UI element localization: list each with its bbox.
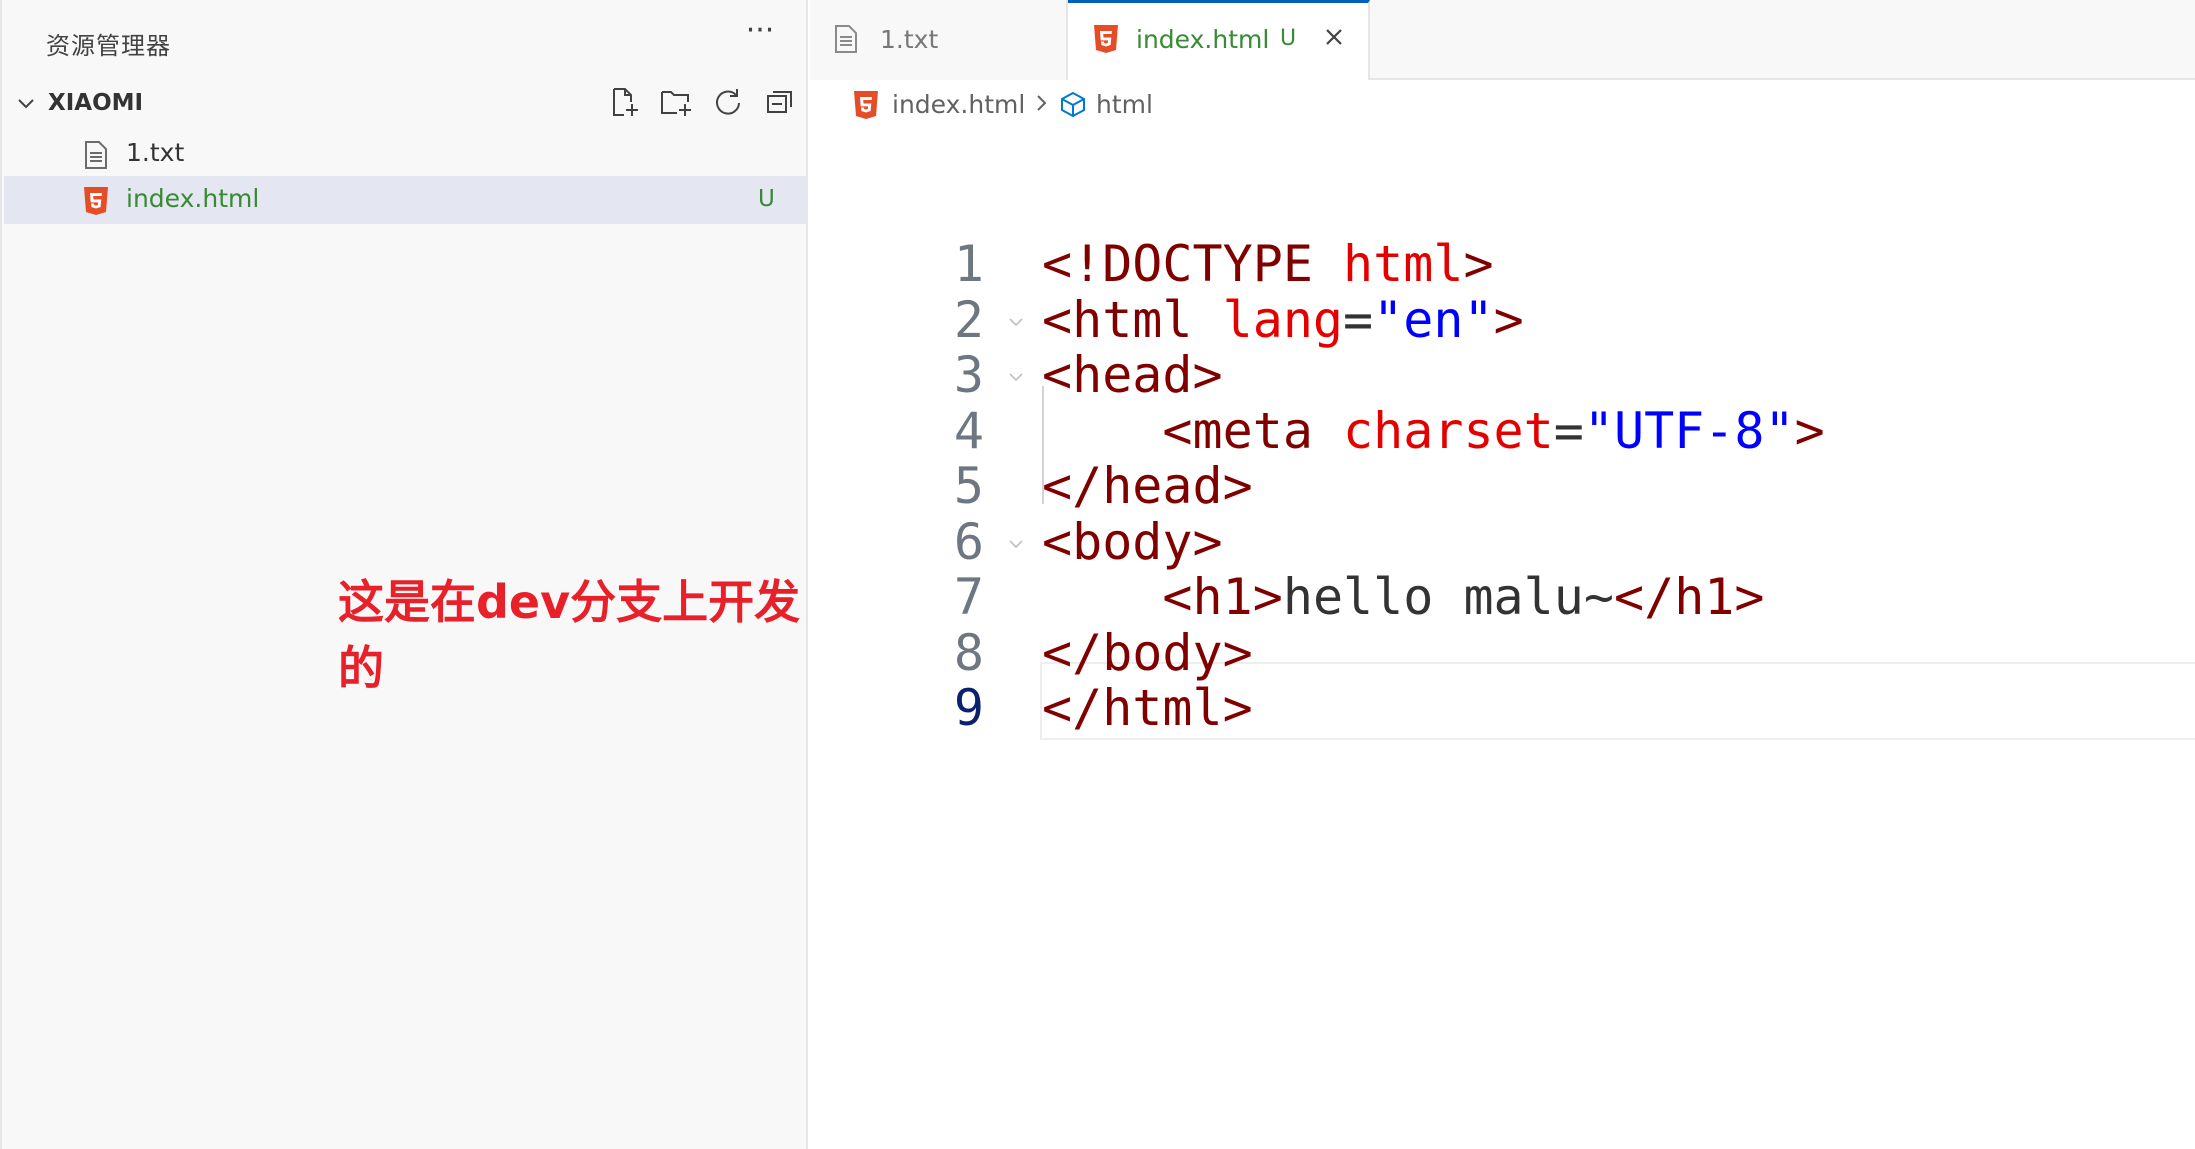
tab-label: 1.txt [880, 25, 939, 54]
fold-chevron-icon[interactable] [1006, 534, 1026, 554]
breadcrumb-file[interactable]: index.html [892, 90, 1025, 119]
breadcrumb-symbol[interactable]: html [1096, 90, 1153, 119]
explorer-header: 资源管理器 ··· [2, 0, 806, 88]
code-line-current: 9 </html> [810, 670, 2195, 748]
refresh-icon[interactable] [710, 84, 746, 120]
file-name: index.html [126, 184, 260, 213]
text-file-icon [835, 25, 857, 53]
fold-chevron-icon[interactable] [1006, 312, 1026, 332]
line-number: 9 [953, 679, 984, 737]
explorer-sidebar: 资源管理器 ··· XIAOMI 1.txt index.html U 这是在d… [0, 0, 808, 1149]
new-folder-icon[interactable] [658, 84, 694, 120]
more-actions-button[interactable]: ··· [738, 14, 782, 58]
symbol-element-icon [1061, 91, 1085, 118]
folder-actions [606, 84, 798, 124]
tab-1-txt[interactable]: 1.txt [810, 0, 1068, 80]
editor-tab-bar: 1.txt index.html U [810, 0, 2195, 80]
close-icon[interactable] [1318, 21, 1350, 53]
html5-icon [1094, 25, 1118, 53]
git-untracked-badge: U [758, 186, 775, 212]
file-item-index-html[interactable]: index.html U [4, 176, 808, 224]
code-text: </html> [1042, 679, 1253, 737]
file-name: 1.txt [126, 138, 185, 167]
tab-label: index.html [1136, 25, 1270, 54]
chevron-right-icon [1037, 95, 1047, 111]
html5-icon [84, 187, 108, 215]
tab-index-html[interactable]: index.html U [1068, 0, 1370, 80]
file-item-1-txt[interactable]: 1.txt [4, 130, 808, 178]
chevron-down-icon [18, 99, 34, 109]
breadcrumb: index.html html [810, 82, 2195, 126]
text-file-icon [85, 141, 107, 169]
folder-name: XIAOMI [48, 90, 144, 116]
folder-header-xiaomi[interactable]: XIAOMI [2, 84, 806, 124]
code-editor[interactable]: 1 <!DOCTYPE html> 2 <html lang="en"> 3 <… [810, 128, 2195, 1149]
annotation-text: 这是在dev分支上开发的 [338, 575, 801, 695]
new-file-icon[interactable] [606, 84, 642, 120]
html5-icon [854, 91, 878, 119]
collapse-all-icon[interactable] [762, 84, 798, 120]
explorer-title: 资源管理器 [46, 32, 171, 60]
git-untracked-badge: U [1280, 26, 1297, 51]
fold-chevron-icon[interactable] [1006, 367, 1026, 387]
